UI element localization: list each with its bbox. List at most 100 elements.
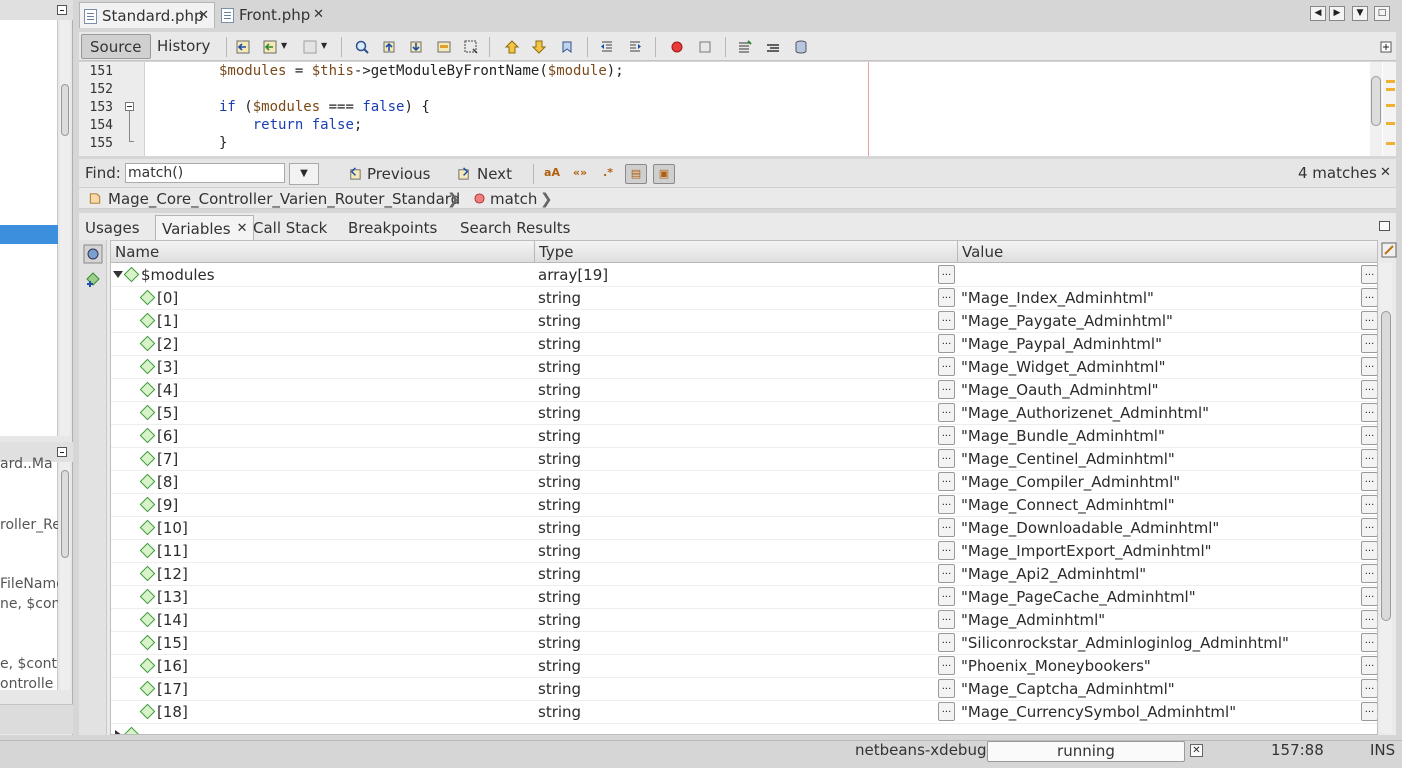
find-next-button[interactable]: Next [455,163,512,185]
table-row[interactable]: [10] string... "Mage_Downloadable_Adminhtm… [111,517,1377,540]
value-details-button[interactable]: ... [1361,288,1377,307]
value-details-button[interactable]: ... [1361,311,1377,330]
value-details-button[interactable]: ... [1361,426,1377,445]
left-top-scrollbar[interactable] [60,20,70,436]
table-row[interactable]: [16] string... "Phoenix_Moneybookers"... [111,655,1377,678]
value-details-button[interactable]: ... [1361,587,1377,606]
tab-breakpoints[interactable]: Breakpoints [342,215,443,241]
rectangular-selection-icon[interactable] [463,39,479,55]
minimize-icon-2[interactable] [57,447,67,457]
shift-right-icon[interactable] [627,39,643,55]
tab-search-results[interactable]: Search Results [454,215,576,241]
prev-bookmark-icon[interactable] [504,39,520,55]
value-details-button[interactable]: ... [1361,472,1377,491]
table-row[interactable]: [4] string... "Mage_Oauth_Adminhtml"... [111,379,1377,402]
left-bottom-scrollbar[interactable] [60,462,70,690]
regex-icon[interactable]: .* [597,164,619,184]
find-icon[interactable] [354,39,370,55]
find-next-icon[interactable] [408,39,424,55]
type-details-button[interactable]: ... [938,702,955,721]
type-details-button[interactable]: ... [938,518,955,537]
whole-words-icon[interactable]: «» [569,164,591,184]
value-details-button[interactable]: ... [1361,495,1377,514]
table-row[interactable]: [8] string... "Mage_Compiler_Adminhtml"... [111,471,1377,494]
close-find-icon[interactable]: ✕ [1380,165,1391,180]
table-row[interactable]: [6] string... "Mage_Bundle_Adminhtml"... [111,425,1377,448]
variable-row-modules[interactable]: $modules array[19]...... [111,264,1377,287]
table-row[interactable]: [15] string... "Siliconrockstar_Adminlogin… [111,632,1377,655]
tab-standard-php[interactable]: Standard.php ✕ [79,2,215,28]
type-details-button[interactable]: ... [938,656,955,675]
chevron-down-icon[interactable]: ▼ [321,41,327,50]
variable-value[interactable]: "Mage_Api2_Adminhtml" [961,565,1146,583]
type-details-button[interactable]: ... [938,587,955,606]
variable-value[interactable]: "Mage_Index_Adminhtml" [961,289,1154,307]
variable-value[interactable]: "Siliconrockstar_Adminloginlog_Adminhtml… [961,634,1289,652]
type-details-button[interactable]: ... [938,334,955,353]
type-details-button[interactable]: ... [938,495,955,514]
variable-value[interactable]: "Mage_Compiler_Adminhtml" [961,473,1180,491]
variable-value[interactable]: "Phoenix_Moneybookers" [961,657,1151,675]
type-details-button[interactable]: ... [938,449,955,468]
table-row[interactable]: [17] string... "Mage_Captcha_Adminhtml"... [111,678,1377,701]
type-details-button[interactable]: ... [938,564,955,583]
find-input[interactable] [125,163,285,183]
forward-icon[interactable] [302,39,318,55]
add-watch-icon[interactable] [83,270,103,290]
expand-toggle-icon[interactable] [115,730,122,734]
error-stripe[interactable] [1383,62,1396,156]
start-macro-icon[interactable] [669,39,685,55]
minimize-icon[interactable] [57,5,67,15]
variable-value[interactable]: "Mage_Centinel_Adminhtml" [961,450,1175,468]
type-details-button[interactable]: ... [938,541,955,560]
watch-options-icon[interactable] [83,244,103,264]
type-details-button[interactable]: ... [938,288,955,307]
type-details-button[interactable]: ... [938,357,955,376]
variable-value[interactable]: "Mage_Adminhtml" [961,611,1105,629]
database-icon[interactable] [793,39,809,55]
stop-macro-icon[interactable] [697,39,713,55]
toggle-bookmark-icon[interactable] [559,39,575,55]
table-row[interactable]: [1] string... "Mage_Paygate_Adminhtml"... [111,310,1377,333]
value-details-button[interactable]: ... [1361,265,1377,284]
tab-usages[interactable]: Usages [79,215,146,241]
editor-scrollbar[interactable] [1370,62,1382,156]
value-details-button[interactable]: ... [1361,679,1377,698]
back-icon[interactable] [262,39,278,55]
fold-collapse-icon[interactable] [125,102,134,111]
value-details-button[interactable]: ... [1361,518,1377,537]
tab-front-php[interactable]: Front.php ✕ [217,2,329,28]
value-details-button[interactable]: ... [1361,403,1377,422]
comment-icon[interactable] [737,39,753,55]
table-row[interactable]: [7] string... "Mage_Centinel_Adminhtml"... [111,448,1377,471]
value-details-button[interactable]: ... [1361,357,1377,376]
value-details-button[interactable]: ... [1361,702,1377,721]
history-button[interactable]: History [149,34,218,59]
scroll-right-icon[interactable]: ▶ [1329,6,1345,21]
close-icon[interactable]: ✕ [237,216,248,242]
code-editor[interactable]: 151 152 153 154 155 $modules = $this->ge… [79,62,1396,156]
breadcrumb-class[interactable]: Mage_Core_Controller_Varien_Router_Stand… [108,190,460,208]
find-previous-button[interactable]: Previous [345,163,430,185]
variable-value[interactable]: "Mage_CurrencySymbol_Adminhtml" [961,703,1236,721]
match-case-icon[interactable]: aA [541,164,563,184]
type-details-button[interactable]: ... [938,265,955,284]
table-row[interactable]: [9] string... "Mage_Connect_Adminhtml"... [111,494,1377,517]
type-details-button[interactable]: ... [938,311,955,330]
variable-value[interactable]: "Mage_Oauth_Adminhtml" [961,381,1159,399]
expand-toolbar-icon[interactable] [1378,39,1394,55]
wrap-around-icon[interactable]: ▣ [653,164,675,184]
variable-value[interactable]: "Mage_Widget_Adminhtml" [961,358,1165,376]
last-edit-icon[interactable] [235,39,251,55]
table-row[interactable]: [14] string... "Mage_Adminhtml"... [111,609,1377,632]
column-chooser-icon[interactable] [1381,241,1397,259]
uncomment-icon[interactable] [765,39,781,55]
table-row[interactable]: [12] string... "Mage_Api2_Adminhtml"... [111,563,1377,586]
stop-session-icon[interactable]: ✕ [1190,744,1203,757]
table-row[interactable]: [5] string... "Mage_Authorizenet_Adminhtml… [111,402,1377,425]
minimize-panel-icon[interactable] [1379,221,1390,231]
table-row[interactable]: [2] string... "Mage_Paypal_Adminhtml"... [111,333,1377,356]
variable-value[interactable]: "Mage_Authorizenet_Adminhtml" [961,404,1209,422]
column-header-value[interactable]: Value [958,241,1377,263]
find-previous-icon[interactable] [381,39,397,55]
